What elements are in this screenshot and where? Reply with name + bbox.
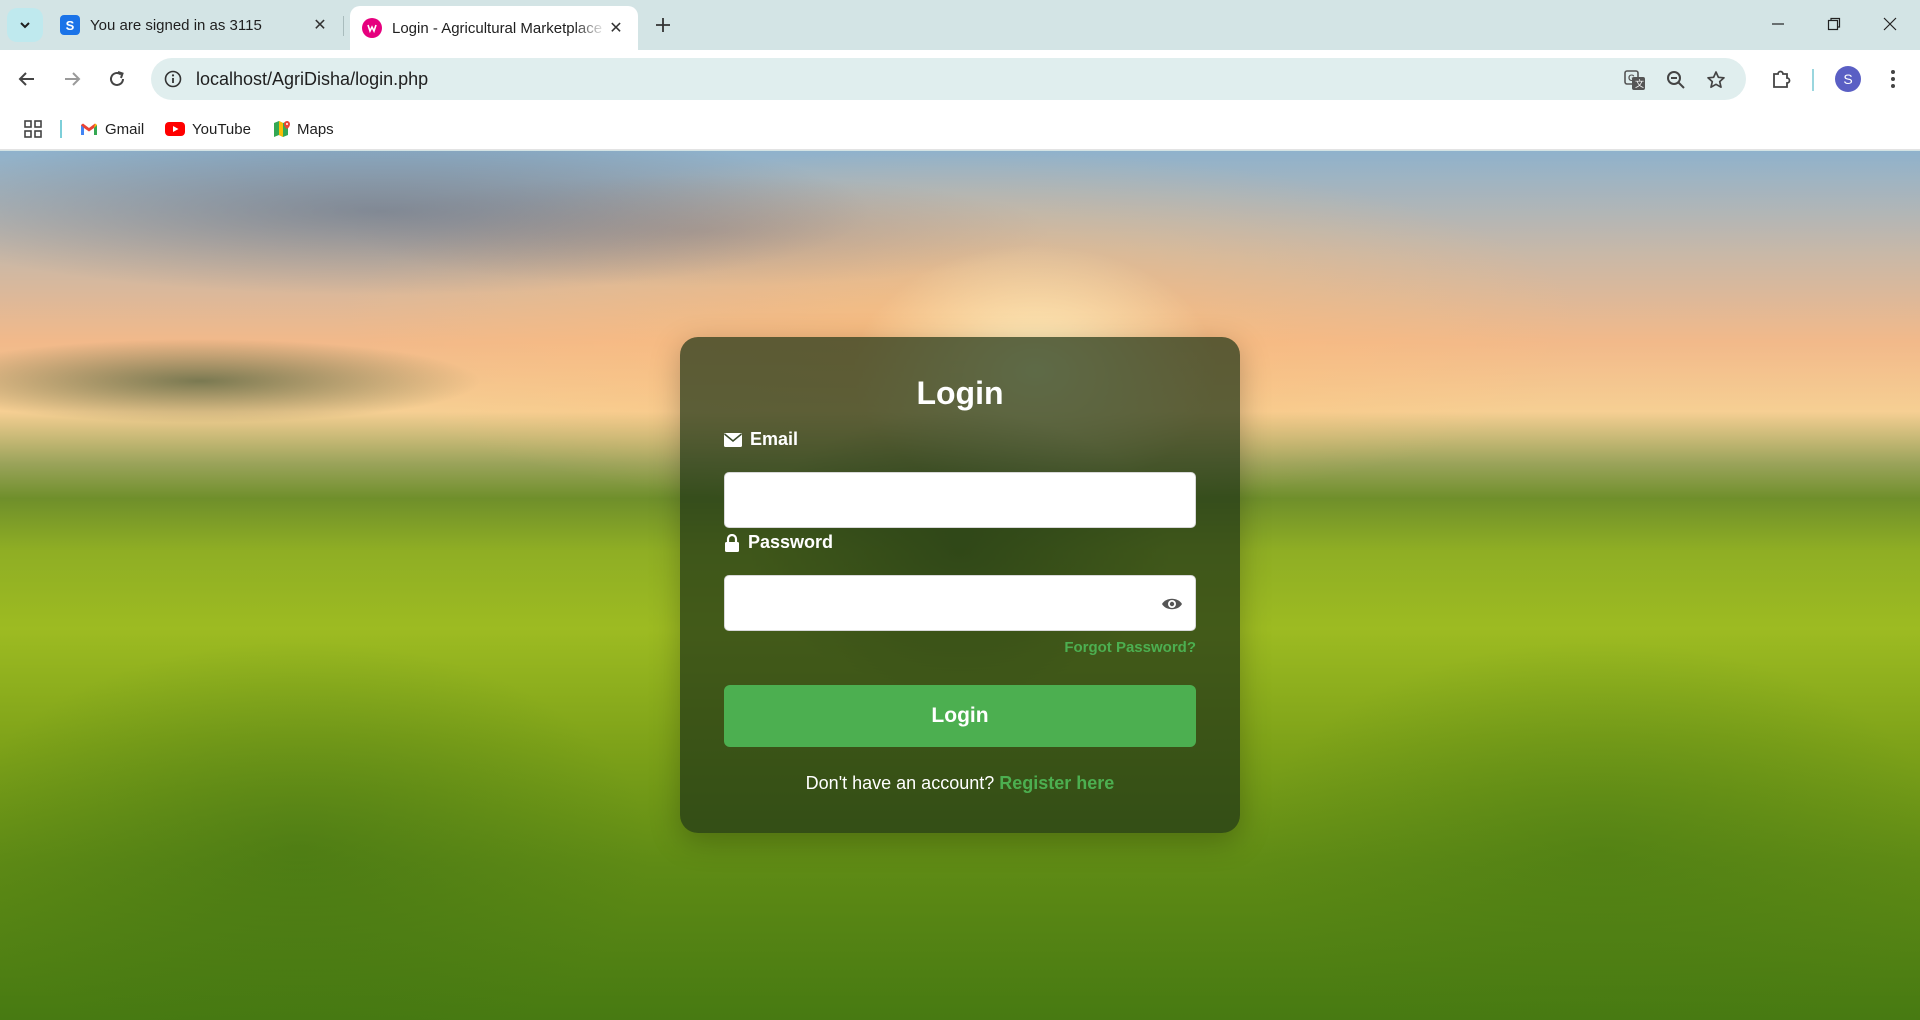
login-heading: Login — [916, 375, 1004, 411]
arrow-right-icon — [65, 72, 81, 86]
profile-avatar[interactable]: S — [1835, 66, 1861, 92]
password-label: Password — [724, 532, 833, 553]
restore-button[interactable] — [1806, 0, 1862, 48]
youtube-icon — [165, 122, 185, 136]
tab-login[interactable]: Login - Agricultural Marketplace ✕ — [350, 6, 638, 50]
bookmark-label: Gmail — [105, 120, 145, 138]
password-label-text: Password — [748, 532, 834, 552]
tab-signed-in[interactable]: S You are signed in as 3115 ✕ — [48, 6, 342, 44]
tab-search-button[interactable] — [7, 8, 43, 42]
window-close-button[interactable] — [1862, 0, 1918, 48]
password-field[interactable] — [724, 575, 1196, 631]
tab-title: Login - Agricultural Marketplace — [392, 19, 603, 37]
address-bar[interactable]: localhost/AgriDisha/login.php G文 — [151, 58, 1746, 100]
tab-divider — [343, 16, 344, 36]
register-prompt-text: Don't have an account? — [805, 773, 995, 793]
login-button[interactable]: Login — [724, 685, 1196, 747]
url-text: localhost/AgriDisha/login.php — [196, 69, 429, 89]
forgot-password-link[interactable]: Forgot Password? — [1064, 639, 1196, 656]
gmail-icon — [80, 122, 98, 136]
reload-button[interactable] — [99, 61, 135, 97]
bookmark-label: YouTube — [192, 120, 251, 138]
extensions-button[interactable] — [1763, 61, 1799, 97]
menu-button[interactable] — [1875, 61, 1911, 97]
arrow-left-icon — [18, 72, 34, 86]
email-field[interactable] — [724, 472, 1196, 528]
bookmarks-bar: Gmail YouTube Maps — [0, 108, 1920, 150]
plus-icon — [656, 18, 670, 32]
restore-icon — [1827, 17, 1841, 31]
translate-icon[interactable]: G文 — [1621, 66, 1649, 94]
close-icon[interactable]: ✕ — [310, 15, 330, 35]
register-link[interactable]: Register here — [999, 773, 1114, 793]
browser-toolbar: localhost/AgriDisha/login.php G文 — [0, 50, 1920, 108]
tab-strip: S You are signed in as 3115 ✕ Login - Ag… — [0, 0, 1920, 50]
more-vertical-icon — [1891, 70, 1895, 88]
apps-grid-icon[interactable] — [20, 116, 46, 142]
toolbar-divider — [1812, 69, 1814, 91]
webapp-icon — [367, 24, 377, 34]
back-button[interactable] — [9, 61, 45, 97]
forward-button[interactable] — [54, 61, 90, 97]
email-label-text: Email — [750, 429, 799, 449]
tab-favicon — [362, 18, 382, 38]
bookmarks-divider — [60, 120, 62, 138]
close-icon — [1883, 17, 1897, 31]
puzzle-icon — [1773, 70, 1791, 88]
tab-favicon: S — [60, 15, 80, 35]
close-icon[interactable]: ✕ — [606, 18, 626, 38]
bookmark-youtube[interactable]: YouTube — [165, 108, 251, 150]
envelope-icon — [724, 432, 742, 447]
register-prompt: Don't have an account? Register here — [680, 773, 1240, 794]
tab-title: You are signed in as 3115 — [90, 16, 262, 34]
bookmark-label: Maps — [297, 120, 334, 138]
minimize-icon — [1772, 23, 1784, 25]
site-info-icon[interactable] — [161, 67, 185, 91]
eye-icon[interactable] — [1159, 591, 1185, 617]
bookmark-gmail[interactable]: Gmail — [80, 108, 144, 150]
page-content: Login Email Password Forgot Password? Lo… — [0, 151, 1920, 1020]
chevron-down-icon — [20, 22, 30, 29]
reload-icon — [110, 71, 124, 86]
lock-icon — [724, 533, 740, 552]
email-label: Email — [724, 429, 798, 450]
zoom-icon[interactable] — [1662, 66, 1690, 94]
new-tab-button[interactable] — [648, 10, 678, 40]
svg-text:文: 文 — [1635, 78, 1644, 90]
login-card: Login Email Password Forgot Password? Lo… — [680, 337, 1240, 833]
minimize-button[interactable] — [1750, 0, 1806, 48]
bookmark-star-icon[interactable] — [1702, 66, 1730, 94]
maps-icon — [272, 120, 290, 138]
bookmark-maps[interactable]: Maps — [272, 108, 334, 150]
